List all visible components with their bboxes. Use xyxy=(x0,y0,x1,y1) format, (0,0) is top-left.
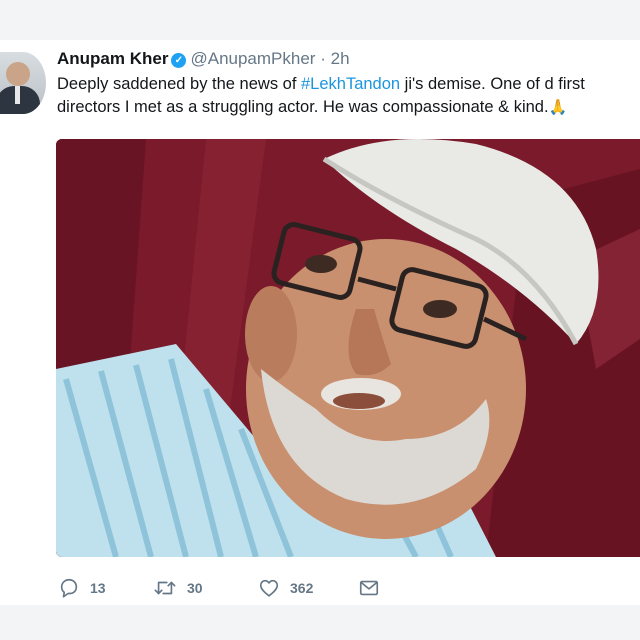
eye xyxy=(423,300,457,318)
reply-count: 13 xyxy=(90,580,106,596)
separator-dot: · xyxy=(320,49,326,68)
direct-message-button[interactable] xyxy=(358,577,388,599)
verified-badge-icon: ✓ xyxy=(171,53,187,68)
tweet-timestamp[interactable]: 2h xyxy=(331,49,350,68)
reply-icon xyxy=(60,578,78,598)
direct-message-icon xyxy=(359,580,379,596)
retweet-icon xyxy=(154,581,176,595)
avatar-shirt-shape xyxy=(15,86,20,104)
heart-icon xyxy=(259,579,279,597)
retweet-count: 30 xyxy=(187,580,203,596)
reply-button[interactable]: 13 xyxy=(58,577,153,599)
tweet-photo[interactable] xyxy=(56,139,640,557)
author-name[interactable]: Anupam Kher xyxy=(57,49,168,68)
avatar-head-shape xyxy=(6,62,30,86)
photo-illustration xyxy=(56,139,640,557)
tweet-actions: 13 30 362 xyxy=(58,574,388,602)
author-handle[interactable]: @AnupamPkher xyxy=(190,49,315,68)
eye xyxy=(305,255,337,273)
avatar-suit-shape xyxy=(0,86,40,114)
ear xyxy=(245,286,297,382)
mouth xyxy=(333,393,385,409)
retweet-button[interactable]: 30 xyxy=(153,577,258,599)
tweet-text-part: Deeply saddened by the news of xyxy=(57,75,301,93)
folded-hands-emoji: 🙏 xyxy=(548,99,568,116)
like-button[interactable]: 362 xyxy=(258,577,358,599)
tweet-text: Deeply saddened by the news of #LekhTand… xyxy=(57,73,632,119)
avatar[interactable] xyxy=(0,52,46,114)
hashtag-link[interactable]: #LekhTandon xyxy=(301,75,400,93)
like-count: 362 xyxy=(290,580,314,596)
tweet-header: Anupam Kher ✓ @AnupamPkher · 2h xyxy=(57,49,350,69)
